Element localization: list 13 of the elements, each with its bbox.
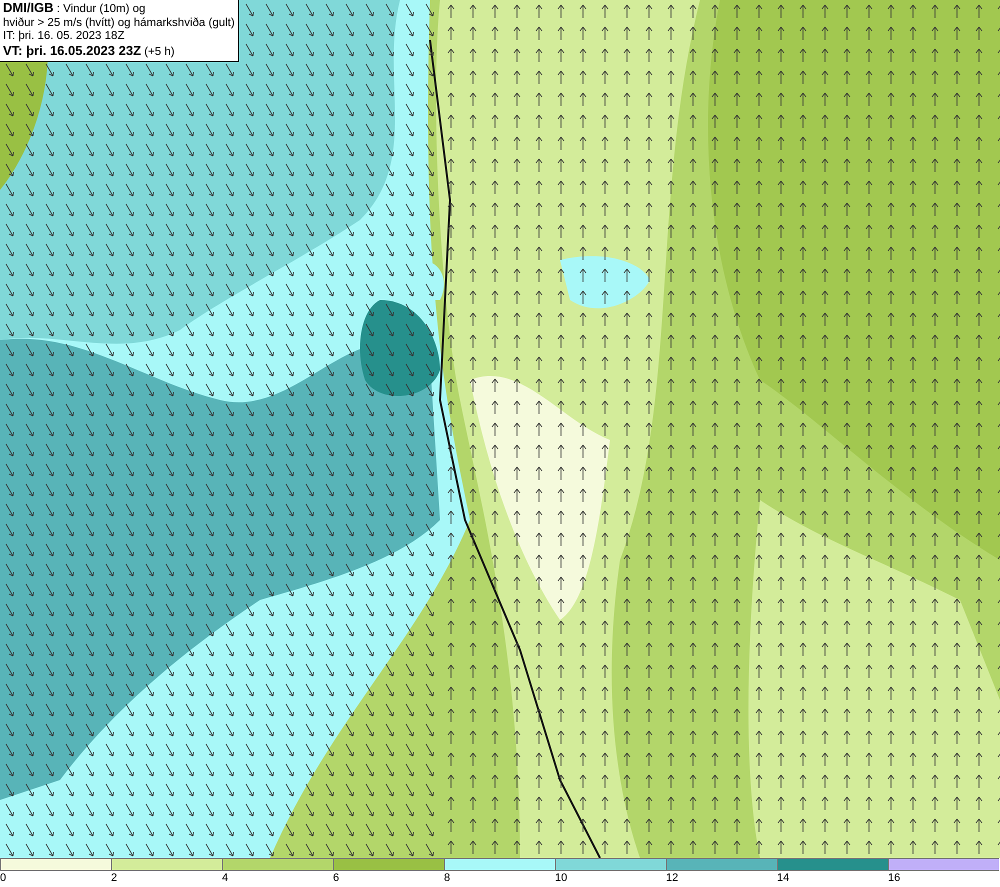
legend-tick-label: 8 — [444, 871, 450, 885]
legend-tick-label: 10 — [555, 871, 568, 885]
info-line: VT: þri. 16.05.2023 23Z (+5 h) — [3, 44, 176, 59]
info-line: hviður > 25 m/s (hvítt) og hámarkshviða (gult) — [3, 16, 235, 30]
legend-tick-label: 12 — [666, 871, 678, 885]
info-line: IT: þri. 16. 05. 2023 18Z — [3, 30, 126, 44]
legend-tick-label: 16 — [888, 871, 900, 885]
legend-tick-label: 0 — [0, 871, 6, 885]
legend-tick-label: 4 — [222, 871, 228, 885]
legend-tick-label: 2 — [111, 871, 118, 885]
info-line: DMI/IGB : Vindur (10m) og — [3, 1, 146, 16]
legend-tick-label: 14 — [777, 871, 790, 885]
legend-tick-label: 6 — [333, 871, 340, 885]
